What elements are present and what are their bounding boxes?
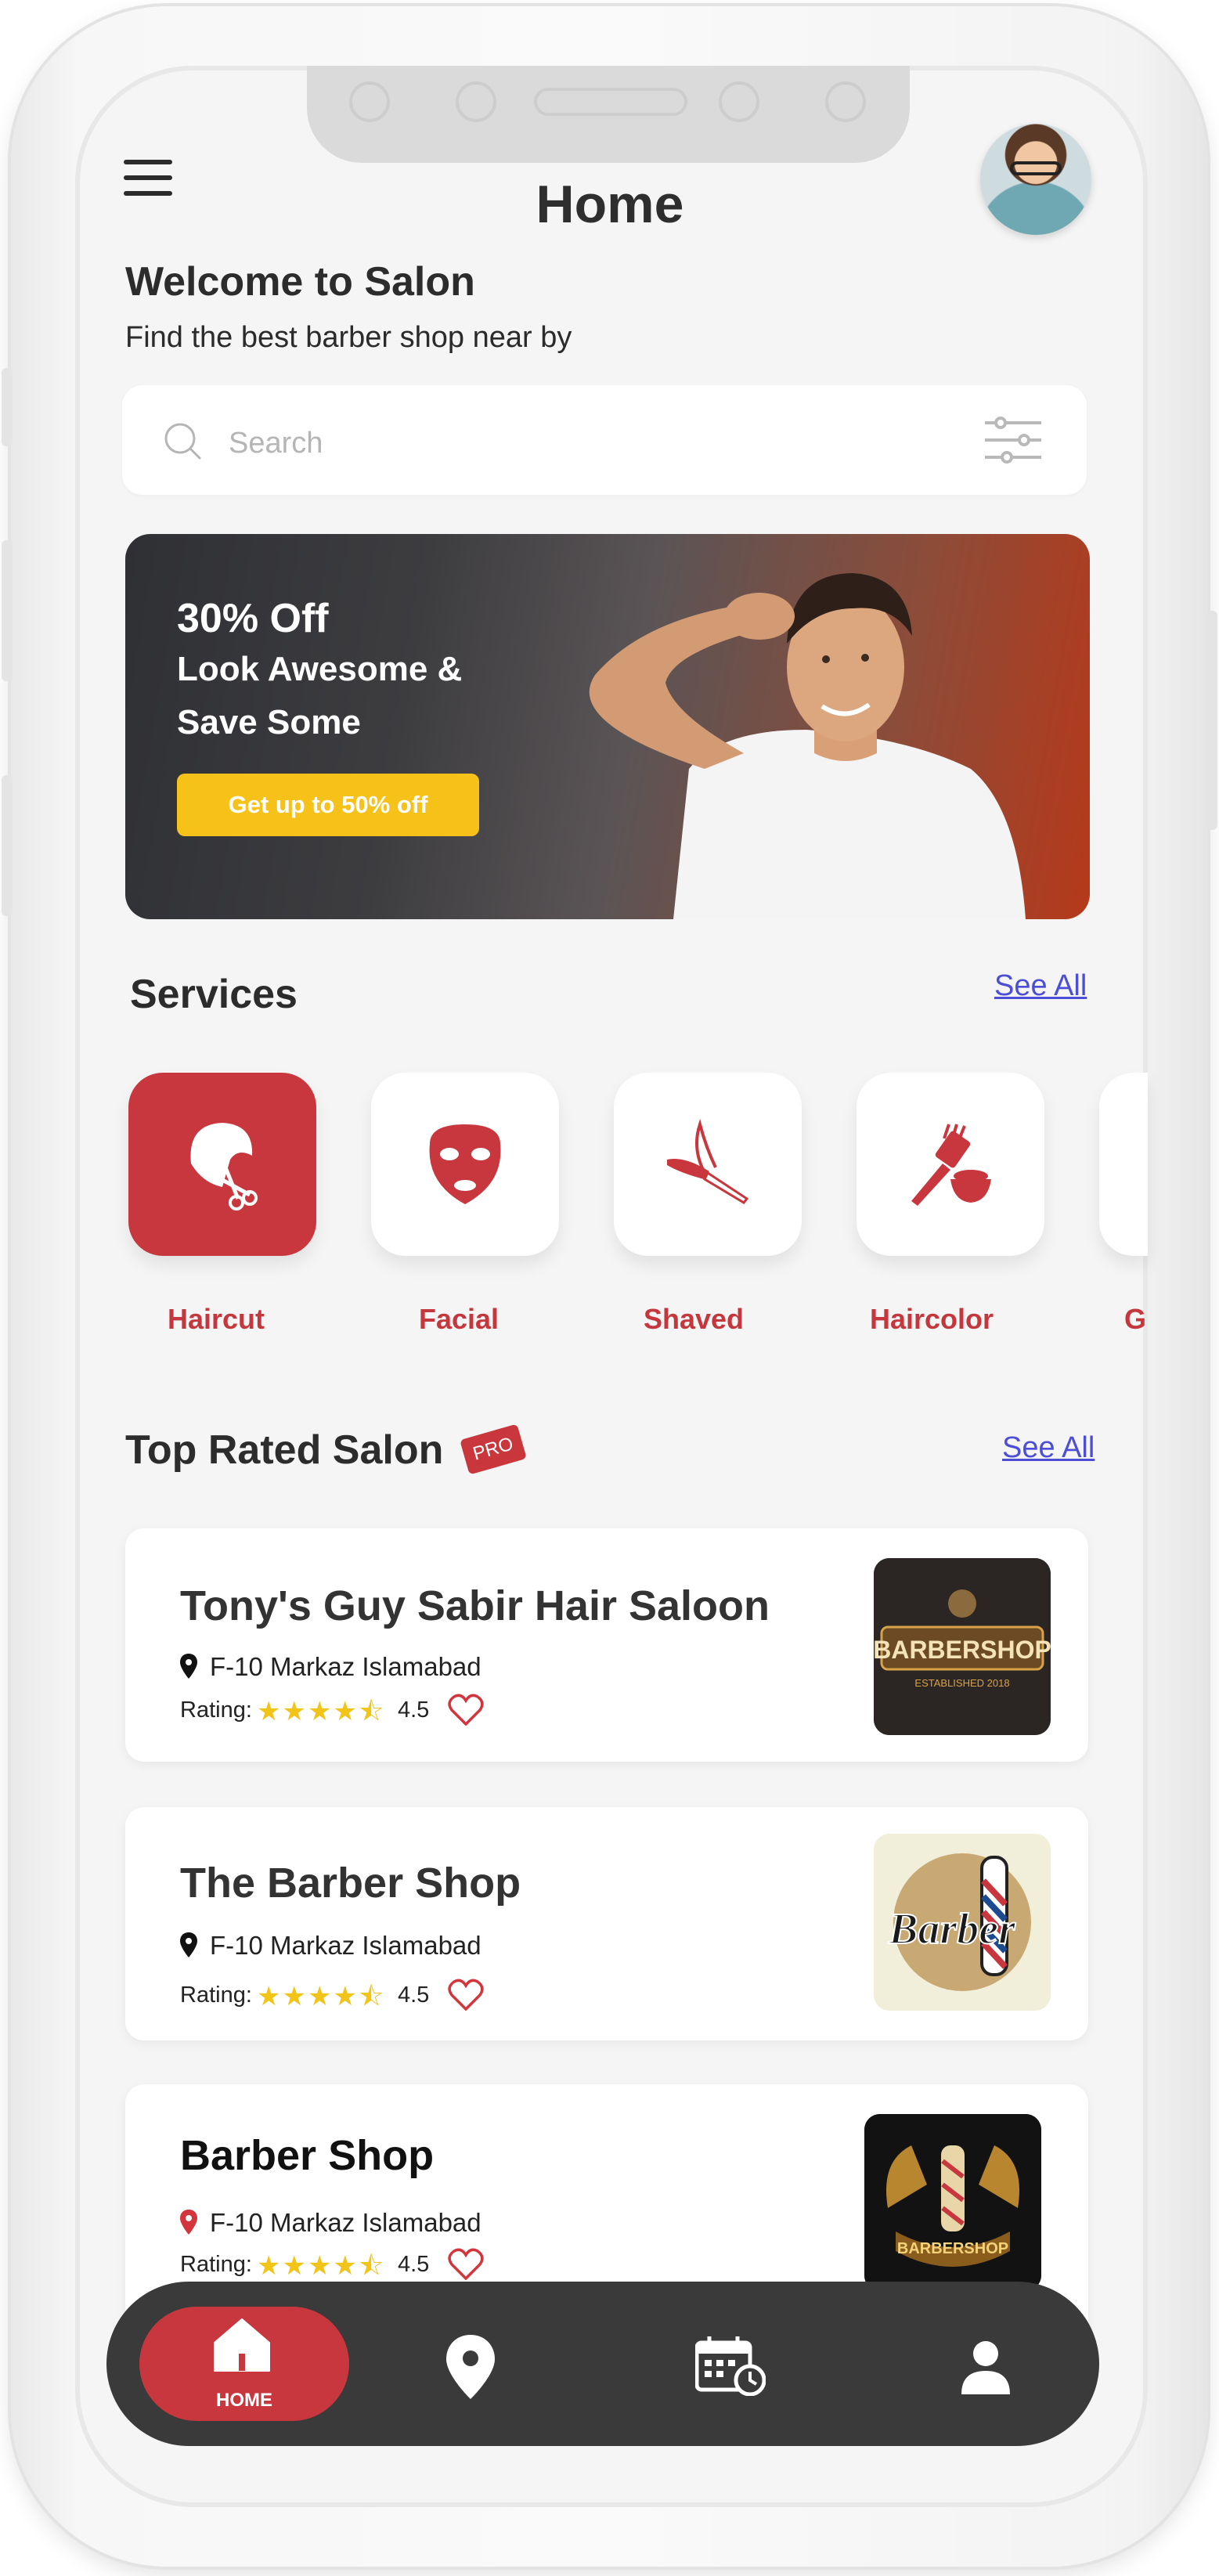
filter-sliders-icon[interactable] (983, 415, 1043, 465)
location-pin-icon (180, 1654, 197, 1679)
notch-camera (719, 81, 759, 122)
salon-name: The Barber Shop (180, 1860, 521, 1907)
service-haircolor-label: Haircolor (869, 1303, 994, 1335)
search-input[interactable] (227, 407, 935, 479)
service-facial-tile[interactable] (371, 1073, 559, 1256)
service-partial-label: G (1124, 1303, 1147, 1335)
salon-rating-label: Rating: (180, 1697, 252, 1723)
notch-sensor (349, 81, 390, 122)
notch-sensor (456, 81, 496, 122)
logo-subtext: ESTABLISHED 2018 (914, 1677, 1009, 1689)
search-icon (164, 423, 201, 460)
salon-rating-value: 4.5 (398, 1697, 430, 1723)
phone-side-button (2, 368, 13, 446)
top-rated-see-all-link[interactable]: See All (1002, 1431, 1095, 1465)
banner-discount-text: 30% Off (177, 596, 329, 641)
salon-rating-value: 4.5 (398, 1983, 430, 2008)
favorite-heart-icon[interactable] (448, 1978, 484, 2011)
location-pin-icon (180, 1932, 197, 1957)
haircut-scissors-icon (190, 1123, 258, 1210)
favorite-heart-icon[interactable] (448, 2247, 484, 2280)
phone-side-button (2, 540, 13, 681)
salon-rating-label: Rating: (180, 1983, 252, 2008)
rating-stars: ★★★★⯪ (257, 1697, 386, 1726)
notch-sensor (825, 81, 866, 122)
service-haircut-label: Haircut (167, 1303, 265, 1335)
notch-speaker (534, 88, 687, 116)
service-facial-label: Facial (418, 1303, 500, 1335)
top-rated-title: Top Rated Salon (125, 1427, 444, 1473)
salon-rating-label: Rating: (180, 2252, 252, 2277)
banner-offer-button[interactable]: Get up to 50% off (177, 774, 479, 836)
location-pin-icon (180, 2210, 197, 2235)
location-pin-icon[interactable] (446, 2335, 495, 2399)
page-title: Home (536, 175, 684, 234)
favorite-heart-icon[interactable] (448, 1693, 484, 1726)
welcome-subtitle: Find the best barber shop near by (125, 321, 572, 354)
user-profile-icon[interactable] (960, 2340, 1012, 2394)
salon-name: Tony's Guy Sabir Hair Saloon (180, 1582, 770, 1629)
salon-rating-value: 4.5 (398, 2252, 430, 2277)
salon-name: Barber Shop (180, 2132, 435, 2179)
salon-logo-image: BARBERSHOP (864, 2114, 1041, 2291)
phone-side-button (1206, 611, 1217, 830)
salon-logo-image: Barber (874, 1834, 1051, 2011)
salon-location: F-10 Markaz Islamabad (210, 1931, 481, 1960)
logo-text: Barber (888, 1905, 1016, 1954)
face-mask-icon (429, 1124, 501, 1204)
calendar-clock-icon[interactable] (695, 2335, 766, 2396)
salon-location: F-10 Markaz Islamabad (210, 1652, 481, 1681)
user-avatar[interactable] (980, 124, 1091, 235)
avatar-glasses (1010, 161, 1062, 175)
service-haircolor-tile[interactable] (857, 1073, 1044, 1256)
service-shaved-tile[interactable] (614, 1073, 802, 1256)
service-partial-tile[interactable] (1099, 1073, 1148, 1256)
hamburger-menu-icon[interactable] (124, 160, 172, 197)
hair-dye-brush-icon (911, 1124, 991, 1206)
salon-location: F-10 Markaz Islamabad (210, 2208, 481, 2237)
services-see-all-link[interactable]: See All (994, 969, 1087, 1003)
services-title: Services (130, 972, 298, 1017)
salon-logo-image: BARBERSHOP ESTABLISHED 2018 (874, 1558, 1051, 1735)
razor-icon (667, 1119, 749, 1204)
welcome-heading: Welcome to Salon (125, 259, 475, 305)
banner-tagline-line1: Look Awesome & (177, 650, 463, 688)
banner-tagline-line2: Save Some (177, 703, 361, 741)
nav-home-label: HOME (216, 2390, 272, 2411)
service-shaved-label: Shaved (643, 1303, 745, 1335)
logo-text: BARBERSHOP (897, 2240, 1008, 2257)
rating-stars: ★★★★⯪ (257, 1982, 386, 2011)
logo-text: BARBERSHOP (874, 1636, 1051, 1664)
service-haircut-tile[interactable] (128, 1073, 316, 1256)
phone-side-button (2, 775, 13, 916)
home-icon[interactable] (213, 2318, 271, 2372)
